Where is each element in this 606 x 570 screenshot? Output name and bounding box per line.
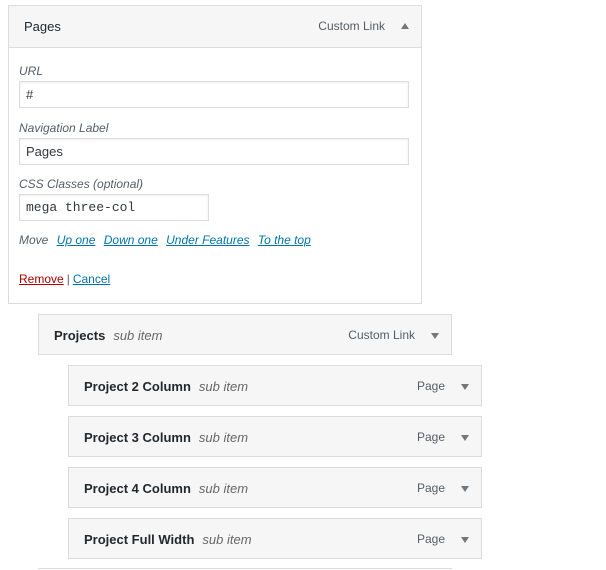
menu-item-type: Custom Link [318,19,385,33]
sub-item-label: sub item [198,430,249,445]
menu-item-title: Project 2 Column [84,379,191,394]
sub-item-label: sub item [113,328,163,343]
move-to-top-link[interactable]: To the top [258,233,311,247]
move-up-one-link[interactable]: Up one [57,233,96,247]
arrow-down-icon[interactable] [431,333,439,339]
menu-item-title: Projects [54,328,106,343]
move-down-one-link[interactable]: Down one [104,233,158,247]
menu-item-project-2-column: Project 2 Column sub item Page [68,365,482,406]
arrow-down-icon[interactable] [461,384,469,390]
move-label: Move [19,233,49,247]
menu-item-handle[interactable]: Projects sub item Custom Link [39,315,451,356]
menu-item-project-4-column: Project 4 Column sub item Page [68,467,482,508]
menu-item-handle[interactable]: Pages Custom Link [9,6,421,48]
menu-item-settings: URL Navigation Label CSS Classes (option… [19,48,411,303]
navigation-label-label: Navigation Label [19,121,109,135]
arrow-down-icon[interactable] [461,435,469,441]
menu-item-handle[interactable]: Project 3 Column sub item Page [69,417,481,458]
css-classes-label: CSS Classes (optional) [19,177,144,191]
menu-item-handle[interactable]: Project 2 Column sub item Page [69,366,481,407]
move-under-features-link[interactable]: Under Features [166,233,249,247]
sub-item-label: sub item [202,532,252,547]
menu-item-type: Page [416,532,445,546]
menu-item-title: Project 3 Column [84,430,191,445]
menu-item-title: Pages [24,19,61,34]
menu-item-projects: Projects sub item Custom Link [38,314,452,355]
actions-separator: | [66,272,70,286]
url-label: URL [19,64,44,78]
arrow-down-icon[interactable] [461,537,469,543]
menu-item-type: Page [416,379,445,393]
url-input[interactable] [19,81,409,108]
menu-item-handle[interactable]: Project 4 Column sub item Page [69,468,481,509]
sub-item-label: sub item [198,379,249,394]
menu-item-type: Page [416,481,445,495]
arrow-up-icon[interactable] [401,23,409,29]
arrow-down-icon[interactable] [461,486,469,492]
cancel-link[interactable]: Cancel [73,272,110,286]
css-classes-input[interactable] [19,194,209,221]
menu-item-title: Project 4 Column [84,481,191,496]
menu-item-handle[interactable]: Project Full Width sub item Page [69,519,481,560]
menu-item-project-full-width: Project Full Width sub item Page [68,518,482,559]
menu-item-project-3-column: Project 3 Column sub item Page [68,416,482,457]
menu-item-title: Project Full Width [84,532,195,547]
item-actions: Remove | Cancel [19,272,110,286]
menu-item-pages: Pages Custom Link URL Navigation Label C… [8,5,422,304]
move-controls: Move Up one Down one Under Features To t… [19,233,311,247]
menu-item-type: Custom Link [348,328,415,342]
menu-item-type: Page [416,430,445,444]
sub-item-label: sub item [198,481,249,496]
remove-link[interactable]: Remove [19,272,64,286]
navigation-label-input[interactable] [19,138,409,165]
